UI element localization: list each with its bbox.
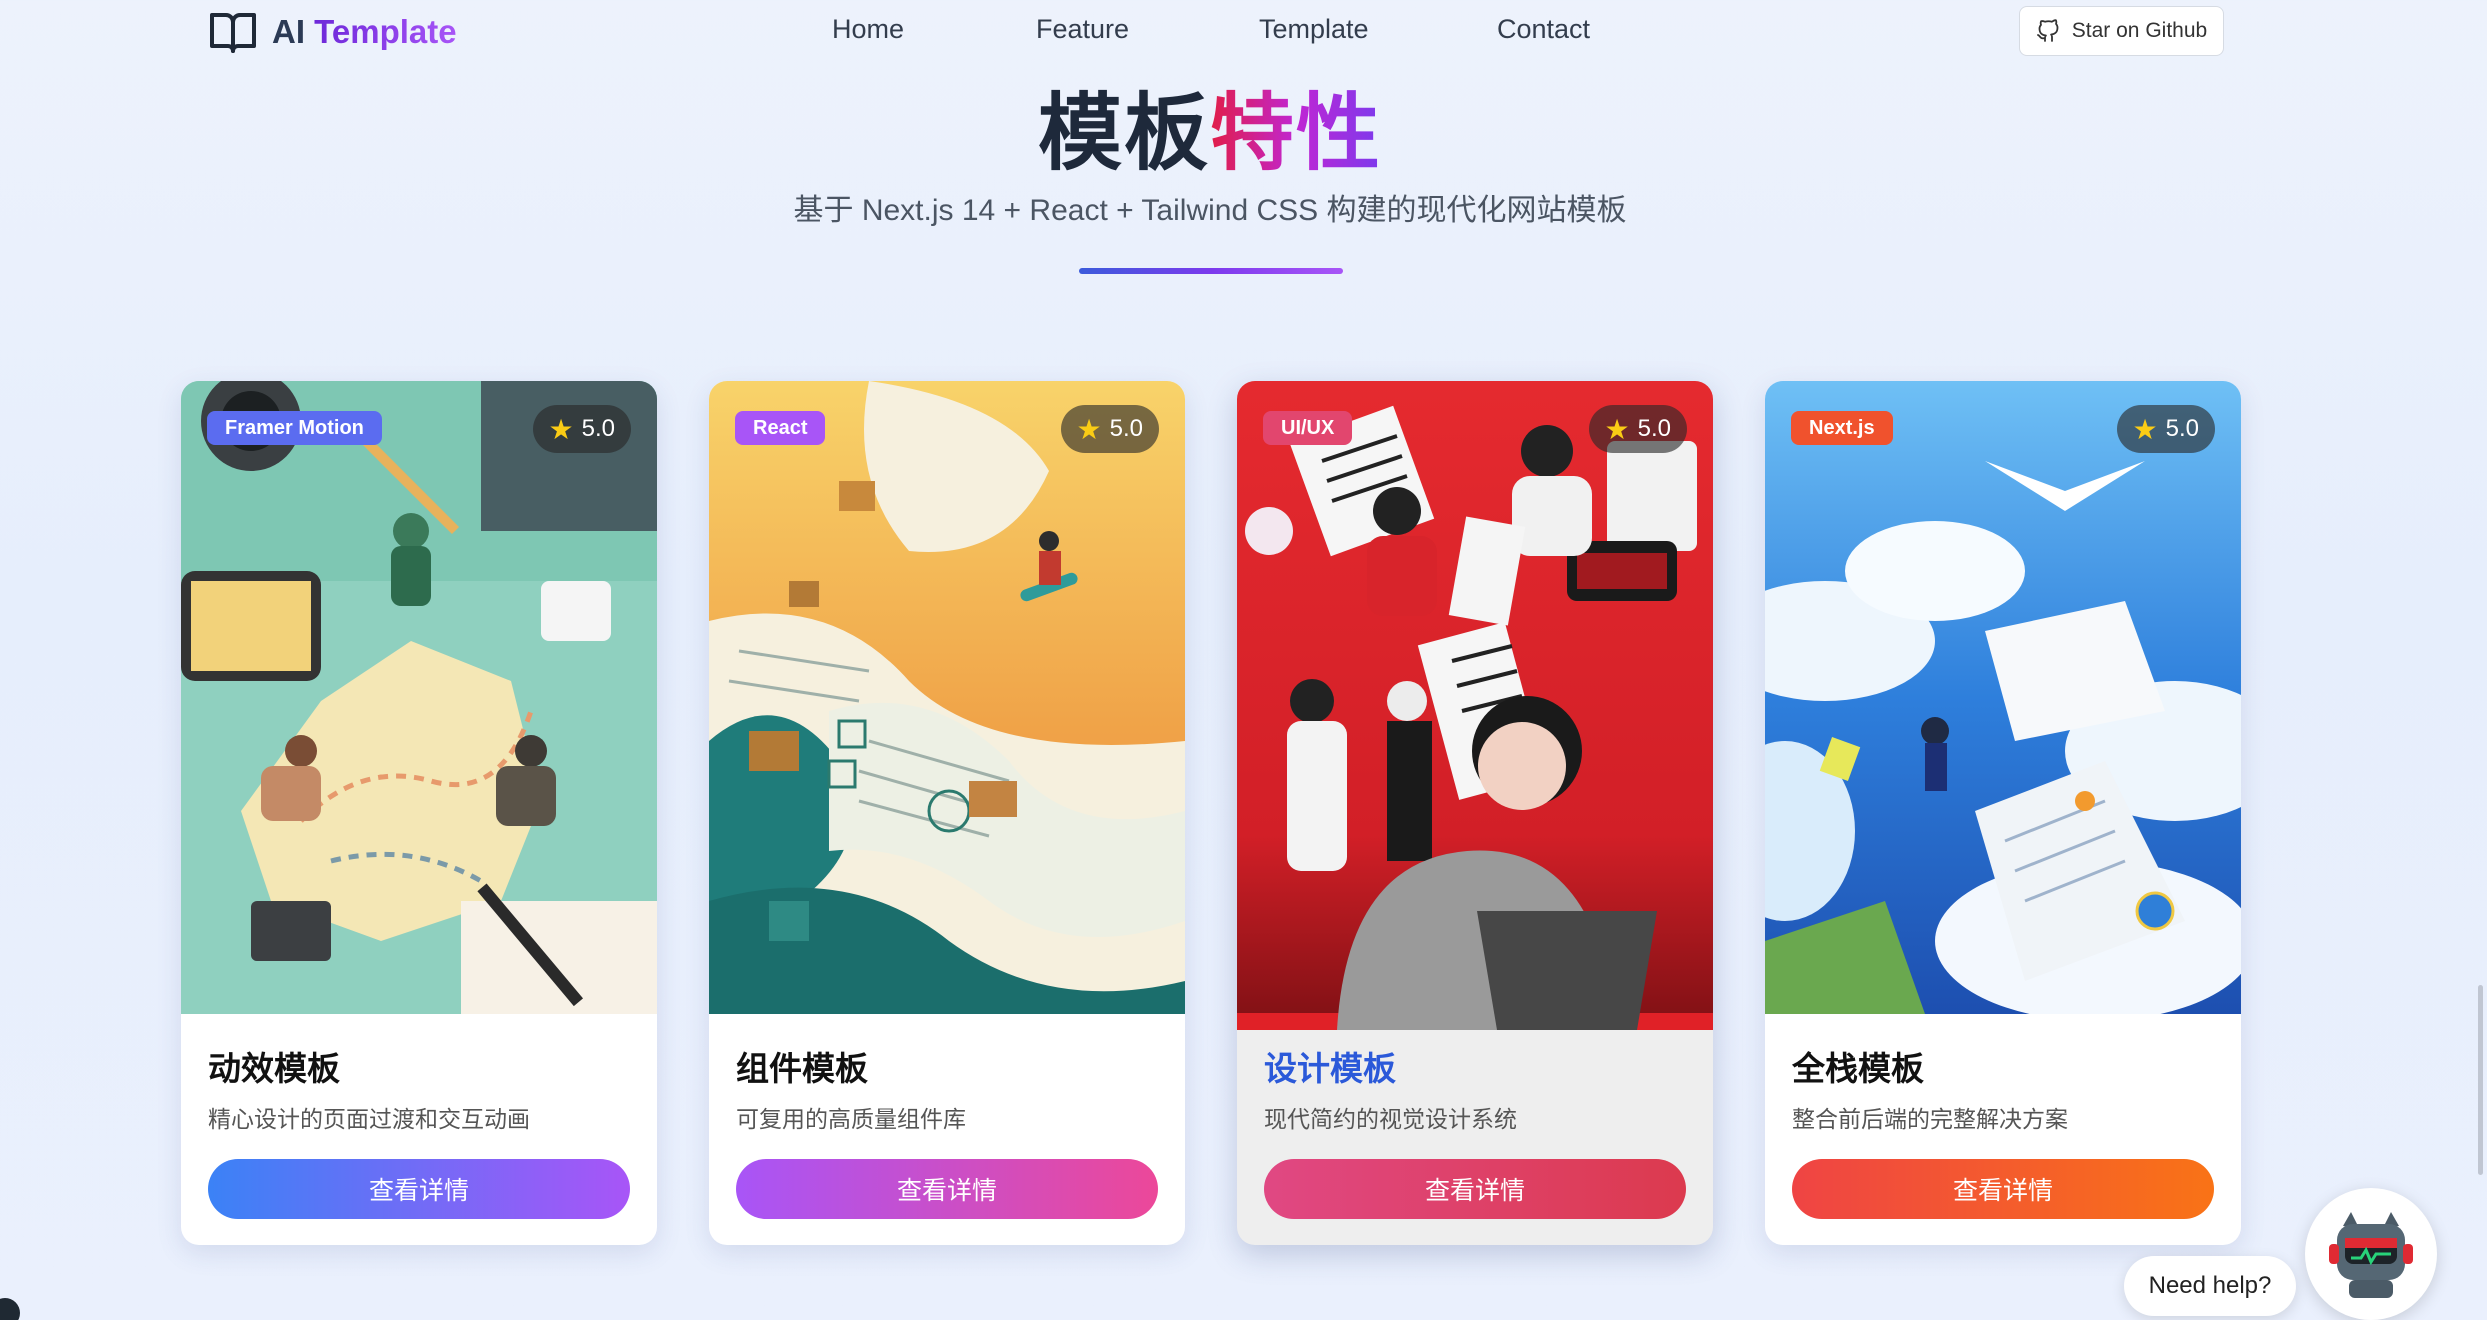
title-plain: 模板 (1037, 86, 1210, 180)
card-illustration (1237, 381, 1713, 1030)
view-details-button[interactable]: 查看详情 (736, 1159, 1158, 1219)
template-card-design[interactable]: UI/UX ★ 5.0 设计模板 现代简约的视觉设计系统 查看详情 (1237, 381, 1713, 1245)
page-scrollbar[interactable] (2478, 985, 2483, 1175)
robot-icon (2329, 1212, 2413, 1298)
paper-scroll-illustration (709, 381, 1185, 1014)
star-icon: ★ (548, 413, 574, 445)
rating-badge: ★ 5.0 (532, 405, 631, 453)
card-illustration (709, 381, 1185, 1014)
card-description: 可复用的高质量组件库 (736, 1106, 966, 1132)
rating-value: 5.0 (2165, 415, 2199, 442)
view-details-button[interactable]: 查看详情 (1264, 1159, 1686, 1219)
rating-badge: ★ 5.0 (2116, 405, 2215, 453)
card-description: 现代简约的视觉设计系统 (1264, 1106, 1517, 1132)
github-icon (2036, 19, 2059, 42)
card-tag: UI/UX (1263, 411, 1353, 445)
nav-link-template[interactable]: Template (1259, 14, 1369, 45)
page-title: 模板特性 (0, 66, 2420, 187)
card-description: 精心设计的页面过渡和交互动画 (208, 1106, 530, 1132)
card-tag: React (735, 411, 826, 445)
template-card-motion[interactable]: Framer Motion ★ 5.0 动效模板 精心设计的页面过渡和交互动画 … (181, 381, 657, 1245)
template-card-components[interactable]: React ★ 5.0 组件模板 可复用的高质量组件库 查看详情 (709, 381, 1185, 1245)
rating-value: 5.0 (1637, 415, 1671, 442)
corner-indicator (0, 1298, 20, 1320)
rating-value: 5.0 (1109, 415, 1143, 442)
rating-badge: ★ 5.0 (1588, 405, 1687, 453)
star-icon: ★ (1604, 413, 1630, 445)
view-details-button[interactable]: 查看详情 (1792, 1159, 2214, 1219)
newsroom-illustration (1237, 381, 1713, 1030)
rating-badge: ★ 5.0 (1060, 405, 1159, 453)
rating-value: 5.0 (581, 415, 615, 442)
star-icon: ★ (2132, 413, 2158, 445)
star-on-github-button[interactable]: Star on Github (2019, 6, 2224, 56)
card-title: 全栈模板 (1792, 1050, 1924, 1087)
card-illustration (181, 381, 657, 1014)
github-button-label: Star on Github (2071, 19, 2208, 42)
nav-link-contact[interactable]: Contact (1497, 14, 1590, 45)
card-tag: Framer Motion (207, 411, 382, 445)
card-description: 整合前后端的完整解决方案 (1792, 1106, 2068, 1132)
title-divider (1079, 268, 1343, 274)
map-illustration (181, 381, 657, 1014)
page-subtitle: 基于 Next.js 14 + React + Tailwind CSS 构建的… (793, 194, 1627, 227)
sky-illustration (1765, 381, 2241, 1014)
card-tag: Next.js (1791, 411, 1893, 445)
need-help-bubble[interactable]: Need help? (2124, 1256, 2296, 1316)
view-details-button[interactable]: 查看详情 (208, 1159, 630, 1219)
title-gradient: 特性 (1210, 86, 1383, 180)
top-navbar: AI Template Home Feature Template Contac… (0, 0, 2487, 64)
card-title: 设计模板 (1264, 1050, 1396, 1087)
template-card-fullstack[interactable]: Next.js ★ 5.0 全栈模板 整合前后端的完整解决方案 查看详情 (1765, 381, 2241, 1245)
star-icon: ★ (1076, 413, 1102, 445)
card-illustration (1765, 381, 2241, 1014)
card-title: 动效模板 (208, 1050, 340, 1087)
card-title: 组件模板 (736, 1050, 868, 1087)
chat-assistant-button[interactable] (2305, 1188, 2437, 1320)
nav-link-feature[interactable]: Feature (1036, 14, 1129, 45)
nav-link-home[interactable]: Home (832, 14, 904, 45)
